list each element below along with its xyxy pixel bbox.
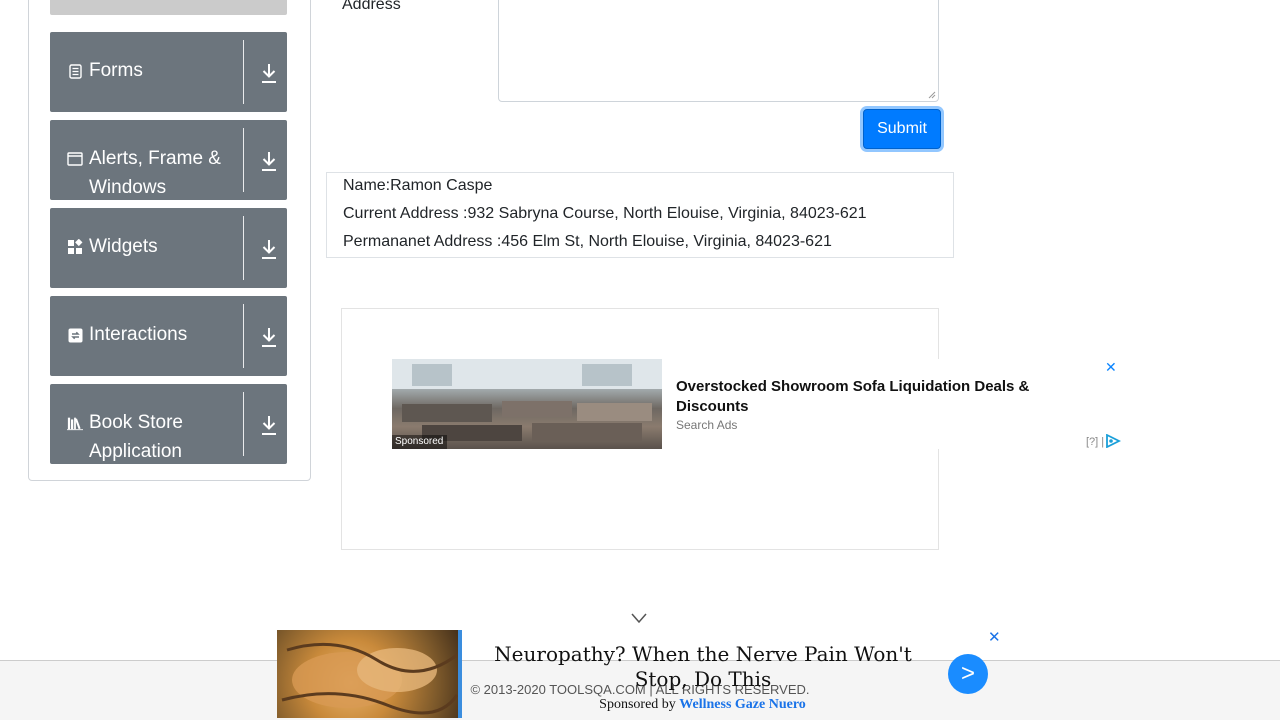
permanent-address-label: Address	[342, 0, 401, 13]
ad-title[interactable]: Overstocked Showroom Sofa Liquidation De…	[676, 377, 1076, 417]
ad-card[interactable]: Sponsored Overstocked Showroom Sofa Liqu…	[392, 359, 1121, 449]
ad-close-icon[interactable]: ✕	[1105, 359, 1117, 375]
sidebar-group-book-store[interactable]: Book Store Application	[50, 384, 287, 464]
bottom-ad-title[interactable]: Neuropathy? When the Nerve Pain Won't St…	[483, 642, 923, 692]
sidebar-group-alerts[interactable]: Alerts, Frame & Windows	[50, 120, 287, 200]
document-icon	[67, 63, 83, 79]
download-icon[interactable]	[260, 414, 278, 436]
submit-button[interactable]: Submit	[863, 109, 941, 149]
download-icon[interactable]	[260, 326, 278, 348]
divider	[243, 392, 244, 456]
sidebar-group-forms[interactable]: Forms	[50, 32, 287, 112]
bottom-ad-sponsored-prefix: Sponsored by	[599, 697, 680, 712]
output-panel: Name:Ramon Caspe Current Address :932 Sa…	[326, 172, 954, 258]
sidebar-group-widgets[interactable]: Widgets	[50, 208, 287, 288]
download-icon[interactable]	[260, 150, 278, 172]
divider	[243, 304, 244, 368]
download-icon[interactable]	[260, 238, 278, 260]
output-name: Name:Ramon Caspe	[343, 177, 493, 194]
sidebar-group-label: Alerts, Frame & Windows	[89, 148, 221, 198]
sidebar-group-interactions[interactable]: Interactions	[50, 296, 287, 376]
bottom-ad-go-button[interactable]: >	[948, 654, 988, 694]
interactions-icon	[67, 327, 83, 343]
feet-image	[281, 642, 459, 715]
download-icon[interactable]	[260, 62, 278, 84]
divider	[243, 216, 244, 280]
ad-image[interactable]: Sponsored	[392, 359, 662, 449]
widgets-icon	[67, 239, 83, 255]
divider	[243, 40, 244, 104]
sidebar-group-label: Interactions	[89, 324, 188, 345]
bottom-ad-image[interactable]	[277, 630, 462, 718]
sidebar-item-collapsed[interactable]	[50, 0, 287, 15]
resize-handle-icon[interactable]	[928, 91, 936, 99]
chevron-down-icon[interactable]	[630, 612, 648, 624]
sidebar-group-label: Widgets	[89, 236, 158, 257]
window-icon	[67, 151, 83, 167]
output-permanent-address: Permananet Address :456 Elm St, North El…	[343, 233, 832, 250]
divider	[243, 128, 244, 192]
bottom-ad-close-icon[interactable]: ✕	[988, 630, 1001, 646]
ad-info-link[interactable]: [?] |	[1086, 436, 1104, 448]
books-icon	[67, 415, 83, 431]
bottom-ad-sponsor-name[interactable]: Wellness Gaze Nuero	[679, 697, 806, 712]
sidebar-group-label: Forms	[89, 60, 143, 81]
output-current-address: Current Address :932 Sabryna Course, Nor…	[343, 205, 867, 222]
bottom-ad-sponsor-line: Sponsored by Wellness Gaze Nuero	[520, 697, 885, 713]
adchoices-icon[interactable]	[1105, 434, 1121, 448]
sidebar-group-label: Book Store Application	[89, 412, 183, 462]
ad-source: Search Ads	[676, 418, 738, 432]
permanent-address-textarea[interactable]	[498, 0, 939, 102]
ad-sponsored-tag: Sponsored	[392, 435, 448, 449]
